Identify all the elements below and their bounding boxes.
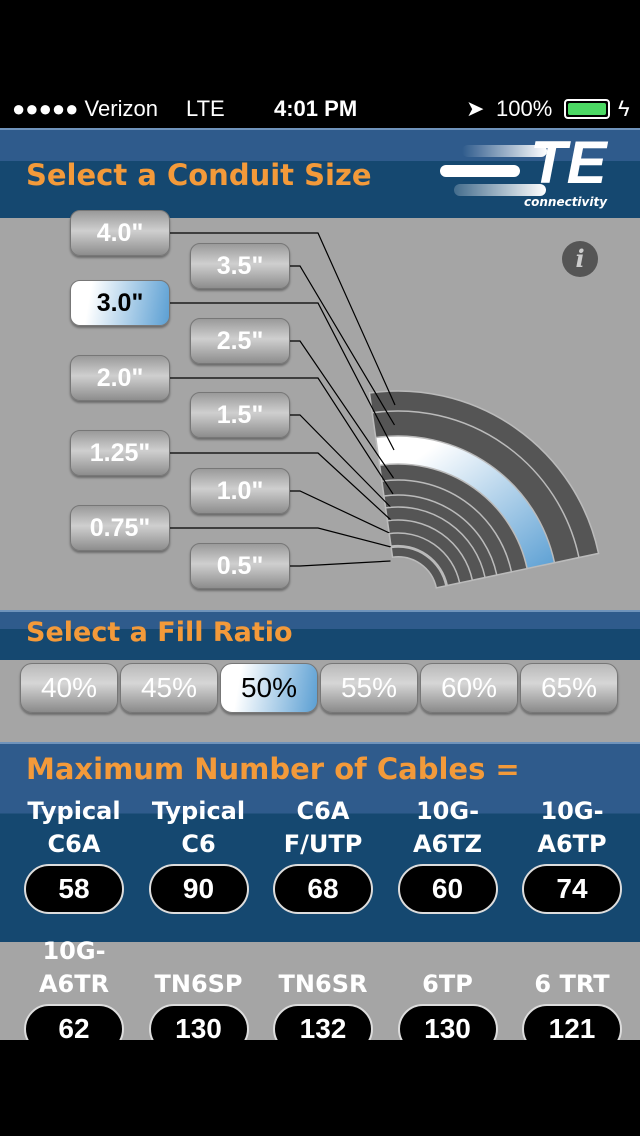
charging-icon: ϟ	[618, 96, 630, 121]
fill-ratio-button[interactable]: 50%	[220, 663, 318, 713]
cable-type-line1: Typical	[151, 797, 246, 825]
cable-result: 6TP 130	[386, 935, 510, 1040]
app: Select a Conduit Size TE connectivity i …	[0, 128, 640, 1040]
cable-type-line2: 6 TRT	[534, 970, 610, 998]
conduit-size-button[interactable]: 0.5"	[190, 543, 290, 589]
fill-ratio-button[interactable]: 40%	[20, 663, 118, 713]
conduit-size-button[interactable]: 4.0"	[70, 210, 170, 256]
cable-type-line2: TN6SP	[154, 970, 243, 998]
fill-ratio-button[interactable]: 55%	[320, 663, 418, 713]
cable-count: 60	[397, 864, 498, 914]
cable-type-line2: 6TP	[422, 970, 473, 998]
fill-ratio-button[interactable]: 45%	[120, 663, 218, 713]
cable-result: TN6SP 130	[137, 935, 261, 1040]
carrier: ●●●●● Verizon	[12, 96, 158, 121]
conduit-diagram	[170, 232, 600, 589]
conduit-size-button[interactable]: 2.5"	[190, 318, 290, 364]
cable-type-line2: A6TZ	[412, 830, 483, 858]
cable-result: 6 TRT 121	[510, 935, 634, 1040]
cable-type-line1: Typical	[27, 797, 121, 825]
cable-type-line2: A6TP	[537, 830, 607, 858]
conduit-size-button[interactable]: 1.0"	[190, 468, 290, 514]
cable-result: 10G- A6TP 74	[510, 795, 634, 914]
status-bar: ●●●●● Verizon LTE 4:01 PM ➤ 100% ϟ	[0, 90, 640, 128]
cable-result: Typical C6 90	[137, 795, 261, 914]
page-title: Select a Conduit Size	[26, 158, 372, 192]
conduit-size-button[interactable]: 0.75"	[70, 505, 170, 551]
fill-ratio-title: Select a Fill Ratio	[26, 617, 293, 648]
cable-result: 10G- A6TR 62	[12, 935, 136, 1040]
cable-type-line2: C6	[181, 830, 216, 858]
cable-result: 10G- A6TZ 60	[386, 795, 510, 914]
cable-type-line2: A6TR	[38, 970, 110, 998]
network: LTE	[186, 96, 225, 121]
cable-type-line1: 10G-	[42, 937, 106, 965]
header-bar: Select a Conduit Size TE connectivity	[0, 128, 640, 218]
cable-count: 90	[148, 864, 249, 914]
cable-type-line1: 10G-	[415, 797, 480, 825]
cable-result: Typical C6A 58	[12, 795, 136, 914]
cable-count: 74	[522, 864, 622, 914]
battery-icon	[564, 99, 610, 119]
cable-type-line1: C6A	[296, 797, 350, 825]
cable-type-line2: F/UTP	[283, 830, 363, 858]
cables-title: Maximum Number of Cables =	[26, 752, 520, 786]
cable-count: 130	[397, 1004, 498, 1040]
te-logo: TE connectivity	[440, 129, 620, 212]
cable-count: 58	[24, 864, 124, 914]
cable-result: C6A F/UTP 68	[261, 795, 385, 914]
fill-ratio-bar: Select a Fill Ratio	[0, 610, 640, 660]
cable-count: 132	[273, 1004, 373, 1040]
cable-count: 121	[522, 1004, 622, 1040]
fill-ratio-button[interactable]: 60%	[420, 663, 518, 713]
clock: 4:01 PM	[274, 96, 358, 121]
battery-percent: 100%	[496, 96, 553, 121]
leader-line	[290, 560, 391, 567]
cable-type-line1: 10G-	[540, 797, 604, 825]
cable-type-line2: C6A	[47, 830, 101, 858]
conduit-size-button[interactable]: 1.25"	[70, 430, 170, 476]
cable-count: 130	[148, 1004, 249, 1040]
cable-result: TN6SR 132	[261, 935, 385, 1040]
conduit-size-button[interactable]: 1.5"	[190, 392, 290, 438]
location-icon: ➤	[466, 96, 485, 121]
cable-count: 62	[24, 1004, 124, 1040]
conduit-size-button[interactable]: 2.0"	[70, 355, 170, 401]
conduit-size-button[interactable]: 3.5"	[190, 243, 290, 289]
cable-count: 68	[273, 864, 373, 914]
fill-ratio-button[interactable]: 65%	[520, 663, 618, 713]
cable-type-line2: TN6SR	[278, 970, 368, 998]
conduit-size-button[interactable]: 3.0"	[70, 280, 170, 326]
info-icon[interactable]: i	[562, 241, 598, 277]
